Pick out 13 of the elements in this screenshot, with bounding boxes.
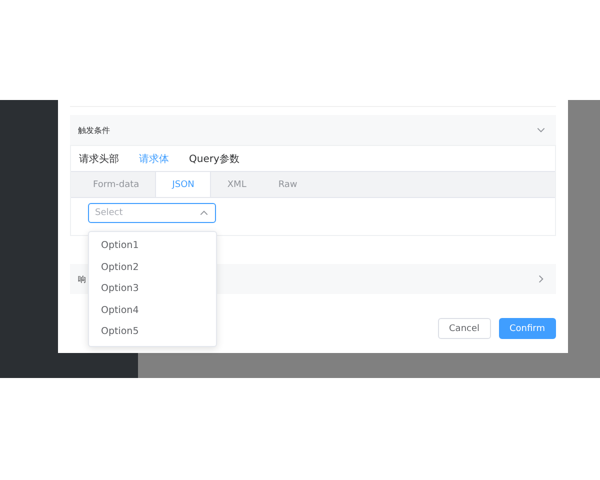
dropdown-option[interactable]: Option4: [89, 300, 216, 322]
cancel-button[interactable]: Cancel: [438, 318, 491, 339]
chevron-right-icon: [536, 274, 546, 284]
chevron-up-icon: [199, 208, 209, 218]
chevron-down-icon: [536, 125, 546, 135]
section-title: 触发条件: [78, 124, 110, 136]
dropdown-option[interactable]: Option5: [89, 321, 216, 343]
collapse-header[interactable]: 触发条件: [70, 115, 556, 145]
tab[interactable]: Query参数: [189, 146, 240, 172]
tab[interactable]: 请求头部: [79, 146, 119, 172]
dropdown-option[interactable]: Option1: [89, 235, 216, 257]
placeholder: Select: [95, 208, 123, 218]
section-title: 响: [78, 274, 86, 284]
